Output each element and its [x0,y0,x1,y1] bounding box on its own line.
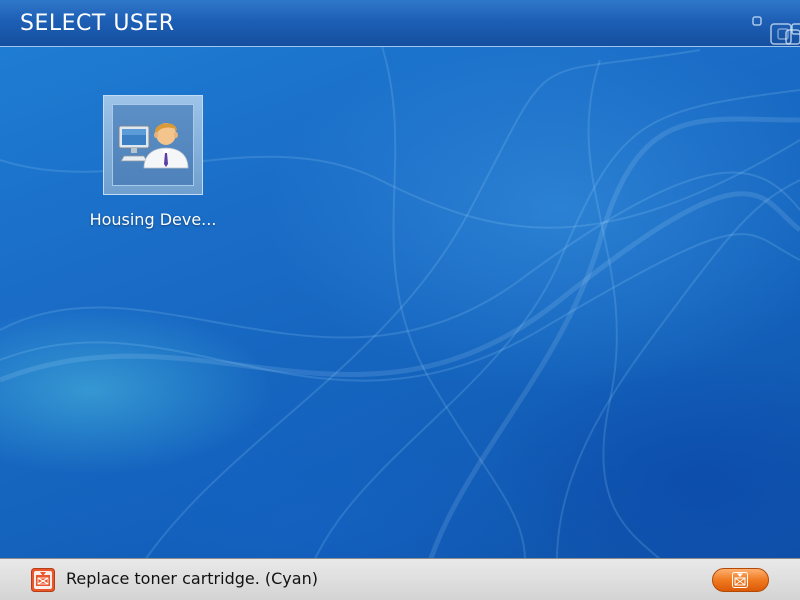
user-tile[interactable] [103,95,203,195]
page-title: SELECT USER [20,11,175,36]
toner-status-button[interactable] [712,568,769,592]
toner-warning-icon [31,568,55,592]
user-at-computer-icon [118,123,189,169]
header-bar: SELECT USER [0,0,800,47]
header-decoration [752,16,800,45]
user-name-label[interactable]: Housing Deve... [80,210,226,229]
toner-icon [732,572,748,588]
status-message: Replace toner cartridge. (Cyan) [66,569,318,588]
status-bar: Replace toner cartridge. (Cyan) [0,558,800,600]
select-user-screen: SELECT USER Housing Deve... Replace tone… [0,0,800,600]
background-swirls [0,39,800,600]
